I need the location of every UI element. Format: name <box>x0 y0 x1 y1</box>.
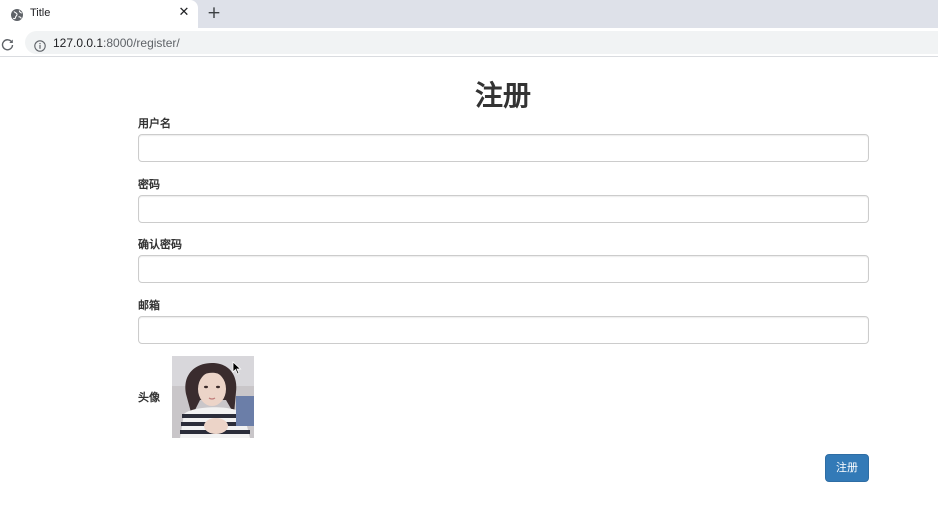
confirm-password-input[interactable] <box>138 255 869 283</box>
password-label: 密码 <box>138 178 160 191</box>
address-bar[interactable]: 127.0.0.1:8000/register/ <box>25 31 938 54</box>
close-tab-icon[interactable]: ✕ <box>177 6 191 20</box>
reload-icon[interactable] <box>1 36 14 51</box>
register-submit-button[interactable]: 注册 <box>825 454 869 482</box>
browser-toolbar: 127.0.0.1:8000/register/ <box>0 28 938 57</box>
new-tab-button[interactable]: + <box>206 5 222 22</box>
page-title: 注册 <box>474 79 531 112</box>
url-path: :8000/register/ <box>103 36 180 50</box>
info-icon[interactable] <box>34 37 46 52</box>
email-label: 邮箱 <box>138 299 160 312</box>
email-input[interactable] <box>138 316 869 344</box>
register-page: 注册 用户名 密码 确认密码 邮箱 头像 注册 <box>0 58 938 520</box>
browser-tab[interactable]: Title ✕ <box>0 0 198 28</box>
url-text: 127.0.0.1:8000/register/ <box>53 36 180 50</box>
browser-tab-strip: Title ✕ + <box>0 0 938 28</box>
password-input[interactable] <box>138 195 869 223</box>
tab-title: Title <box>30 7 51 19</box>
globe-icon <box>10 7 24 21</box>
mouse-cursor-icon <box>232 360 242 375</box>
url-host: 127.0.0.1 <box>53 36 104 50</box>
confirm-password-label: 确认密码 <box>138 238 182 251</box>
avatar-label: 头像 <box>138 391 160 404</box>
username-label: 用户名 <box>138 117 171 130</box>
username-input[interactable] <box>138 134 869 162</box>
